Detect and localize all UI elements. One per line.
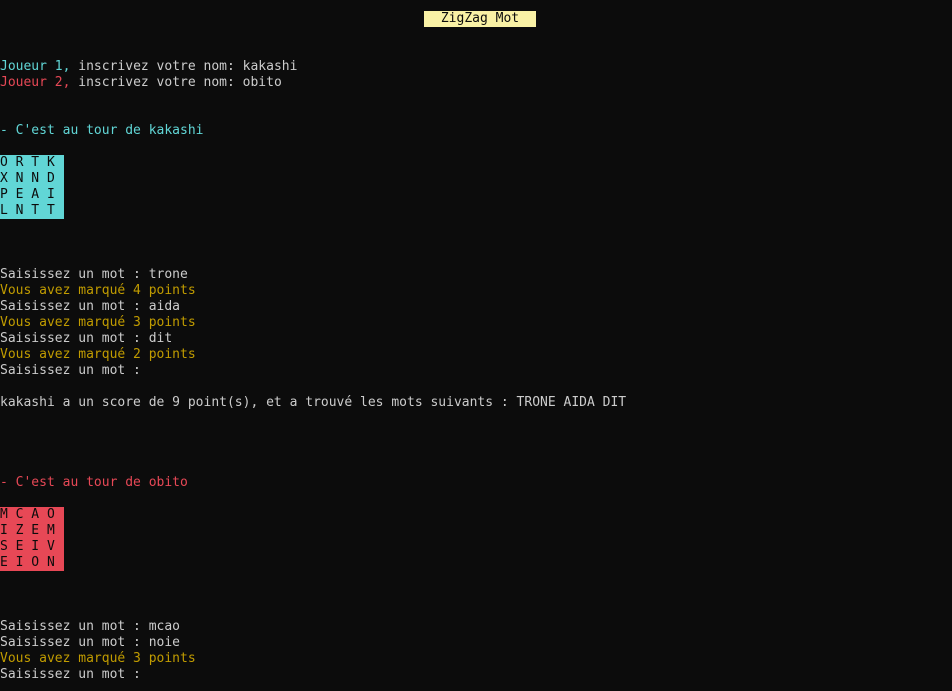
word-prompt: Saisissez un mot : mcao: [0, 619, 181, 634]
letter-grid-player2: M C A O I Z E M S E I V E I O N: [0, 507, 64, 571]
word-prompt: Saisissez un mot : noie: [0, 635, 181, 650]
grid-row: L N T T: [0, 203, 55, 218]
player1-label: Joueur 1,: [0, 59, 71, 74]
score-message: Vous avez marqué 4 points: [0, 283, 196, 298]
word-prompt: Saisissez un mot : aida: [0, 299, 181, 314]
grid-row: E I O N: [0, 555, 55, 570]
turn-header-player1: - C'est au tour de kakashi: [0, 123, 204, 138]
player2-prompt: inscrivez votre nom: obito: [70, 75, 282, 90]
word-prompt: Saisissez un mot : trone: [0, 267, 188, 282]
letter-grid-player1: O R T K X N N D P E A I L N T T: [0, 155, 64, 219]
player2-label: Joueur 2,: [0, 75, 71, 90]
score-summary-player1: kakashi a un score de 9 point(s), et a t…: [0, 395, 627, 410]
grid-row: O R T K: [0, 155, 55, 170]
grid-row: P E A I: [0, 187, 55, 202]
window-title: ZigZag Mot: [424, 11, 536, 27]
word-prompt: Saisissez un mot : dit: [0, 331, 173, 346]
score-message: Vous avez marqué 2 points: [0, 347, 196, 362]
player2-name-line: Joueur 2, inscrivez votre nom: obito: [0, 75, 282, 91]
score-message: Vous avez marqué 3 points: [0, 315, 196, 330]
player1-name-line: Joueur 1, inscrivez votre nom: kakashi: [0, 59, 297, 75]
word-prompt-active[interactable]: Saisissez un mot :: [0, 667, 141, 683]
grid-row: X N N D: [0, 171, 55, 186]
word-prompt: Saisissez un mot :: [0, 363, 141, 378]
grid-row: I Z E M: [0, 523, 55, 538]
score-message: Vous avez marqué 3 points: [0, 651, 196, 666]
grid-row: M C A O: [0, 507, 55, 522]
turn-header-player2: - C'est au tour de obito: [0, 475, 188, 490]
grid-row: S E I V: [0, 539, 55, 554]
player1-prompt: inscrivez votre nom: kakashi: [70, 59, 298, 74]
